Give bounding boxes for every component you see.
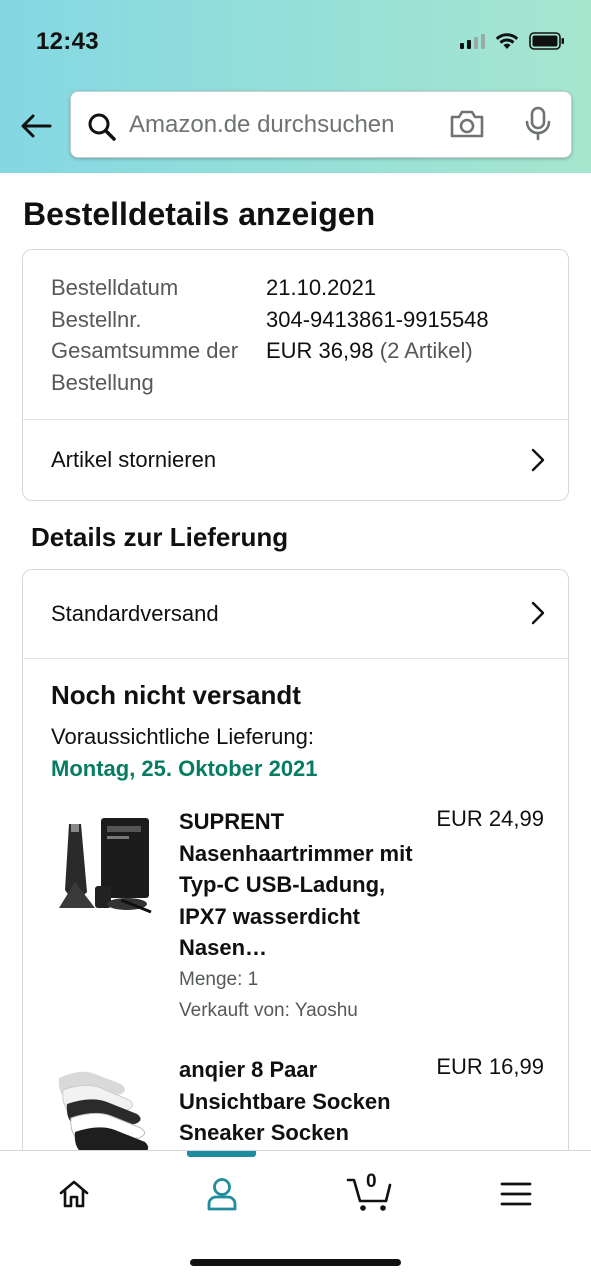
microphone-icon[interactable] xyxy=(523,106,553,142)
cancel-items-label: Artikel stornieren xyxy=(51,446,217,472)
order-date-row: Bestelldatum 21.10.2021 xyxy=(51,272,489,304)
chevron-right-icon xyxy=(531,448,545,472)
order-date-label: Bestelldatum xyxy=(51,275,179,300)
status-time: 12:43 xyxy=(36,28,99,55)
cart-count-badge: 0 xyxy=(366,1171,377,1192)
battery-icon xyxy=(529,32,564,50)
order-total-value: EUR 36,98 (2 Artikel) xyxy=(266,335,473,398)
order-number-label: Bestellnr. xyxy=(51,306,142,332)
nav-account[interactable] xyxy=(192,1169,252,1219)
estimated-delivery-label: Voraussichtliche Lieferung: xyxy=(51,724,314,749)
order-total-amount: EUR 36,98 xyxy=(266,338,374,363)
divider xyxy=(23,658,568,659)
user-icon xyxy=(207,1178,237,1211)
cellular-signal-icon xyxy=(460,33,485,49)
back-arrow-icon xyxy=(21,114,52,138)
order-total-label: Gesamtsumme der Bestellung xyxy=(51,338,239,395)
menu-icon xyxy=(500,1182,532,1206)
product-quantity: Menge: 1 xyxy=(179,969,259,990)
shipping-method-link[interactable]: Standardversand xyxy=(23,570,568,658)
nav-menu[interactable] xyxy=(486,1169,546,1219)
wifi-icon xyxy=(495,33,519,49)
search-input[interactable] xyxy=(129,92,429,157)
product-image-nose-trimmer[interactable] xyxy=(51,812,157,918)
home-indicator xyxy=(190,1259,401,1266)
order-summary-card: Bestelldatum 21.10.2021 Bestellnr. 304-9… xyxy=(22,249,569,501)
shipment-card: Standardversand Noch nicht versandt Vora… xyxy=(22,569,569,1189)
order-info: Bestelldatum 21.10.2021 Bestellnr. 304-9… xyxy=(51,272,489,398)
shipment-status: Noch nicht versandt xyxy=(51,680,301,710)
product-seller: Verkauft von: Yaoshu xyxy=(179,1000,358,1021)
nav-home[interactable] xyxy=(44,1169,104,1219)
delivery-section-title: Details zur Lieferung xyxy=(31,522,289,552)
camera-icon[interactable] xyxy=(449,108,485,140)
home-icon xyxy=(59,1180,89,1208)
chevron-right-icon xyxy=(531,601,545,625)
shipping-method-label: Standardversand xyxy=(51,601,219,626)
order-total-row: Gesamtsumme der Bestellung EUR 36,98 (2 … xyxy=(51,335,489,398)
status-icons xyxy=(460,32,565,50)
product-title[interactable]: SUPRENT Nasenhaartrimmer mit Typ-C USB-L… xyxy=(179,806,419,964)
order-date-value: 21.10.2021 xyxy=(266,275,377,300)
order-item-count: (2 Artikel) xyxy=(379,338,473,363)
cancel-items-link[interactable]: Artikel stornieren xyxy=(23,419,568,499)
search-bar[interactable] xyxy=(70,91,572,158)
order-number-value: 304-9413861-9915548 xyxy=(266,306,489,332)
app-header: 12:43 xyxy=(0,0,591,173)
search-icon xyxy=(88,113,116,141)
nav-cart[interactable]: 0 xyxy=(340,1169,400,1219)
product-price: EUR 24,99 xyxy=(436,806,544,831)
page-title: Bestelldetails anzeigen xyxy=(23,196,376,232)
back-button[interactable] xyxy=(16,108,56,144)
product-price: EUR 16,99 xyxy=(436,1054,544,1079)
estimated-delivery-date: Montag, 25. Oktober 2021 xyxy=(51,756,318,781)
product-title[interactable]: anqier 8 Paar Unsichtbare Socken Sneaker… xyxy=(179,1054,419,1149)
active-tab-indicator xyxy=(187,1151,256,1157)
order-number-row: Bestellnr. 304-9413861-9915548 xyxy=(51,304,489,336)
